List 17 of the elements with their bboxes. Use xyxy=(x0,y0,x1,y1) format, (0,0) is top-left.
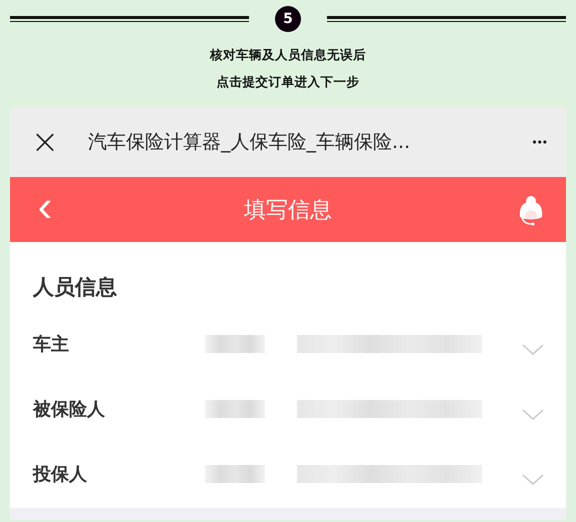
more-button[interactable]: ••• xyxy=(532,135,548,149)
field-label: 被保险人 xyxy=(33,398,106,420)
chevron-down-icon[interactable] xyxy=(522,408,544,420)
step-badge: 5 xyxy=(275,6,301,32)
page-title: 汽车保险计算器_人保车险_车辆保险... xyxy=(88,130,412,155)
redacted-name xyxy=(205,334,265,352)
instruction-text: 核对车辆及人员信息无误后 xyxy=(208,46,367,64)
field-label: 车主 xyxy=(33,332,70,356)
header-title: 填写信息 xyxy=(243,196,333,224)
close-button[interactable]: × xyxy=(30,125,60,159)
section-title: 人员信息 xyxy=(33,275,118,300)
chevron-down-icon[interactable] xyxy=(522,474,544,486)
redacted-name xyxy=(205,464,265,482)
redacted-name xyxy=(205,400,265,418)
chevron-down-icon[interactable] xyxy=(522,344,544,356)
instruction-text: 点击提交订单进入下一步 xyxy=(216,73,360,91)
field-label: 投保人 xyxy=(33,462,88,486)
